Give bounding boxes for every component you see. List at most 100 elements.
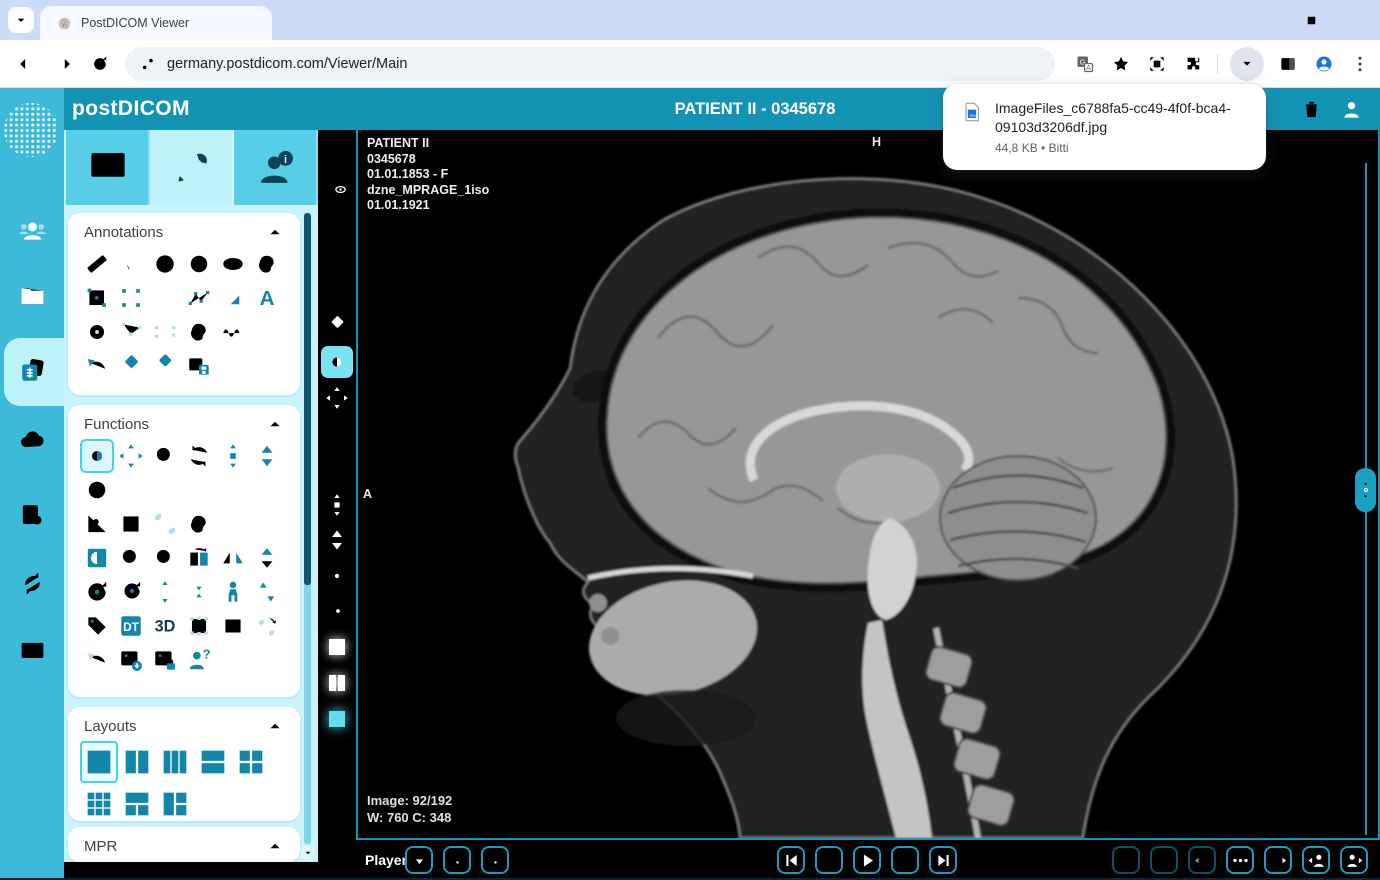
grid-r-button[interactable]: [1264, 846, 1292, 874]
window-maximize-button[interactable]: [1288, 0, 1334, 40]
star-icon[interactable]: [1109, 52, 1133, 76]
l1-icon[interactable]: [80, 861, 118, 862]
collapse-v-icon[interactable]: [182, 575, 216, 609]
stack-scrollbar-thumb[interactable]: [1355, 468, 1376, 512]
sidebar-item-users[interactable]: [16, 214, 48, 246]
dots-v-icon[interactable]: [1348, 52, 1372, 76]
circle-icon[interactable]: [148, 247, 182, 281]
sidebar-item-list-search[interactable]: [16, 499, 48, 531]
reload-button[interactable]: [88, 52, 112, 76]
pan-icon[interactable]: [318, 380, 356, 416]
flip-h-icon[interactable]: [216, 541, 250, 575]
sun-reset-icon[interactable]: [318, 594, 356, 630]
gear-reset-icon[interactable]: [80, 575, 114, 609]
tag-icon[interactable]: [80, 609, 114, 643]
brightness-icon[interactable]: [321, 346, 353, 378]
puzzle-icon[interactable]: [1181, 52, 1205, 76]
translate-icon[interactable]: [1073, 52, 1097, 76]
eraser-line-icon[interactable]: [148, 349, 182, 383]
collapse-functions-icon[interactable]: [266, 415, 284, 433]
l1-icon[interactable]: [318, 630, 356, 666]
angle-icon[interactable]: [114, 247, 148, 281]
dots3-button[interactable]: [1226, 846, 1254, 874]
ruler-icon[interactable]: [318, 201, 356, 237]
window-minimize-button[interactable]: [1242, 0, 1288, 40]
dicom-viewport[interactable]: PATIENT II034567801.01.1853 - Fdzne_MPRA…: [356, 130, 1380, 840]
l1-icon[interactable]: [80, 741, 118, 783]
eraser-icon[interactable]: [318, 308, 356, 344]
ol3c-icon[interactable]: [318, 808, 356, 844]
l2c-icon[interactable]: [118, 741, 156, 783]
nav-prev-button[interactable]: [815, 846, 843, 874]
nav-play-button[interactable]: [853, 846, 881, 874]
stack-icon[interactable]: [318, 523, 356, 559]
img-down-icon[interactable]: [114, 643, 148, 677]
collapse-annotations-icon[interactable]: [266, 223, 284, 241]
capture-icon[interactable]: [1145, 52, 1169, 76]
l2c-icon[interactable]: [318, 665, 356, 701]
site-settings-icon[interactable]: [139, 55, 157, 73]
freehand-icon[interactable]: [250, 247, 284, 281]
parallel-icon[interactable]: [148, 281, 182, 315]
panel-scrollbar[interactable]: [304, 213, 311, 844]
person-r-button[interactable]: [1340, 846, 1368, 874]
sidebar-item-films[interactable]: [16, 354, 48, 386]
person-round-icon[interactable]: [1338, 96, 1364, 122]
flip-v-icon[interactable]: [250, 541, 284, 575]
rotate-icon[interactable]: [182, 439, 216, 473]
collapse-mpr-icon[interactable]: [266, 837, 284, 855]
person-q-icon[interactable]: [182, 643, 216, 677]
download-tray-icon[interactable]: [1230, 47, 1264, 81]
nav-last-button[interactable]: [929, 846, 957, 874]
text-a-icon[interactable]: [250, 281, 284, 315]
img-lock-icon[interactable]: [148, 643, 182, 677]
ellipse-icon[interactable]: [318, 273, 356, 309]
url-bar[interactable]: germany.postdicom.com/Viewer/Main: [125, 47, 1055, 81]
vscroll-icon[interactable]: [216, 439, 250, 473]
avatar-icon[interactable]: [1312, 52, 1336, 76]
wave-icon[interactable]: [216, 315, 250, 349]
polyline-icon[interactable]: [182, 281, 216, 315]
l1l2r-icon[interactable]: [156, 783, 194, 821]
zoom-in-icon[interactable]: [148, 541, 182, 575]
speed-plus-button[interactable]: [481, 846, 509, 874]
sidebar-item-folder[interactable]: [16, 279, 48, 311]
nav-next-button[interactable]: [891, 846, 919, 874]
olrows-icon[interactable]: [318, 844, 356, 880]
doc-eye-icon[interactable]: [318, 166, 356, 202]
collapse-layouts-icon[interactable]: [266, 717, 284, 735]
tab-monitor-xray[interactable]: [66, 130, 150, 205]
save-note-icon[interactable]: [182, 349, 216, 383]
zoom-out-icon[interactable]: [114, 541, 148, 575]
sidebar-item-share[interactable]: [16, 567, 48, 599]
tab-close-icon[interactable]: [245, 15, 262, 32]
browser-tab[interactable]: PostDICOM Viewer: [40, 6, 272, 40]
eraser-icon[interactable]: [114, 349, 148, 383]
back-button[interactable]: [14, 52, 38, 76]
l2r-icon[interactable]: [194, 741, 232, 783]
invert-icon[interactable]: [80, 541, 114, 575]
flip-page-icon[interactable]: [182, 541, 216, 575]
rotate-icon[interactable]: [318, 451, 356, 487]
expand-v-icon[interactable]: [148, 575, 182, 609]
angle-icon[interactable]: [318, 237, 356, 273]
stack-icon[interactable]: [250, 439, 284, 473]
panel-scrollbar-thumb[interactable]: [304, 213, 311, 585]
magnifier-icon[interactable]: [318, 416, 356, 452]
sun-reset-icon[interactable]: [114, 575, 148, 609]
sidebar-item-monitor-sync[interactable]: [16, 636, 48, 668]
window-close-button[interactable]: [1334, 0, 1380, 40]
undo-icon[interactable]: [80, 349, 114, 383]
freehand-icon[interactable]: [182, 315, 216, 349]
ol1l2r-icon[interactable]: [318, 772, 356, 808]
ellipse-icon[interactable]: [216, 247, 250, 281]
ol1t2b-icon[interactable]: [318, 737, 356, 773]
arrow-se-icon[interactable]: [216, 281, 250, 315]
l3c-icon[interactable]: [156, 741, 194, 783]
l33-icon[interactable]: [80, 783, 118, 821]
panel-scroll-down-button[interactable]: [301, 846, 314, 859]
tab-search-button[interactable]: [8, 7, 34, 33]
gear-reset-icon[interactable]: [318, 558, 356, 594]
target-circle-icon[interactable]: [80, 473, 114, 507]
tab-person-info[interactable]: [234, 130, 318, 205]
